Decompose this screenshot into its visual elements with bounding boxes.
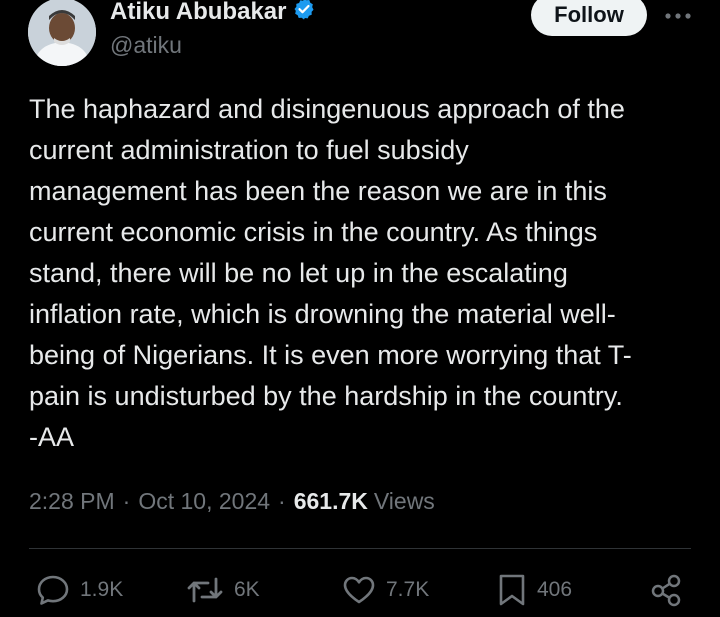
tweet-text: The haphazard and disingenuous approach … (29, 89, 709, 458)
tweet-line: -AA (29, 422, 75, 452)
reply-button[interactable]: 1.9K (36, 571, 123, 609)
like-icon (342, 575, 376, 605)
tweet-time[interactable]: 2:28 PM (29, 488, 115, 515)
tweet-line: inflation rate, which is drowning the ma… (29, 299, 616, 329)
tweet-line: management has been the reason we are in… (29, 176, 607, 206)
bookmark-count: 406 (537, 578, 573, 601)
divider (29, 548, 691, 549)
like-count: 7.7K (386, 578, 430, 601)
views-label[interactable]: Views (374, 488, 435, 515)
follow-button[interactable]: Follow (531, 0, 647, 36)
repost-button[interactable]: 6K (186, 571, 260, 609)
tweet-line: pain is undisturbed by the hardship in t… (29, 381, 623, 411)
reply-count: 1.9K (80, 578, 124, 601)
meta-separator: · (278, 488, 286, 514)
views-count[interactable]: 661.7K (294, 488, 368, 515)
share-icon (649, 573, 683, 607)
reply-icon (36, 574, 70, 606)
bookmark-button[interactable]: 406 (497, 571, 572, 609)
verified-badge-icon (292, 0, 316, 26)
tweet-date[interactable]: Oct 10, 2024 (138, 488, 270, 515)
bookmark-icon (497, 573, 527, 607)
tweet-line: current administration to fuel subsidy (29, 135, 469, 165)
tweet-line: stand, there will be no let up in the es… (29, 258, 568, 288)
tweet-line: The haphazard and disingenuous approach … (29, 94, 625, 124)
tweet-line: current economic crisis in the country. … (29, 217, 598, 247)
share-button[interactable] (649, 571, 683, 609)
avatar[interactable] (28, 0, 96, 66)
repost-count: 6K (234, 578, 260, 601)
author-name[interactable]: Atiku Abubakar (110, 0, 286, 26)
tweet-meta: 2:28 PM · Oct 10, 2024 · 661.7K Views (29, 488, 435, 515)
more-icon[interactable] (662, 4, 694, 28)
tweet-line: being of Nigerians. It is even more worr… (29, 340, 632, 370)
author-handle[interactable]: @atiku (110, 32, 182, 59)
author-name-row: Atiku Abubakar (110, 0, 316, 26)
meta-separator: · (122, 488, 131, 514)
repost-icon (186, 575, 224, 605)
like-button[interactable]: 7.7K (342, 571, 429, 609)
